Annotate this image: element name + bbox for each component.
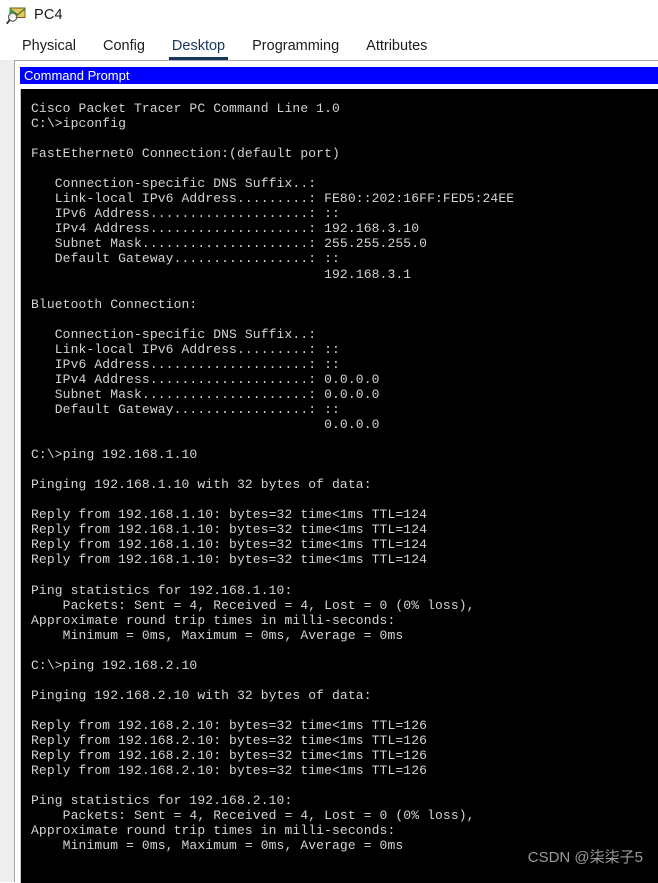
tab-physical[interactable]: Physical	[22, 38, 76, 60]
window-title: PC4	[34, 6, 63, 23]
window-titlebar: PC4	[0, 0, 658, 30]
command-prompt-window: Command Prompt Cisco Packet Tracer PC Co…	[20, 67, 658, 883]
packet-tracer-envelope-magnifier-icon	[6, 4, 28, 26]
command-prompt-terminal[interactable]: Cisco Packet Tracer PC Command Line 1.0 …	[20, 89, 658, 883]
desktop-tab-panel: Command Prompt Cisco Packet Tracer PC Co…	[0, 60, 658, 883]
csdn-watermark: CSDN @柒柒子5	[527, 849, 643, 866]
desktop-panel-frame: Command Prompt Cisco Packet Tracer PC Co…	[14, 60, 658, 883]
terminal-output-text: Cisco Packet Tracer PC Command Line 1.0 …	[31, 101, 515, 854]
tab-programming[interactable]: Programming	[252, 38, 339, 60]
tab-attributes[interactable]: Attributes	[366, 38, 427, 60]
device-tab-bar: Physical Config Desktop Programming Attr…	[14, 32, 658, 61]
tab-config[interactable]: Config	[103, 38, 145, 60]
command-prompt-titlebar[interactable]: Command Prompt	[20, 67, 658, 84]
tab-desktop[interactable]: Desktop	[168, 38, 229, 61]
